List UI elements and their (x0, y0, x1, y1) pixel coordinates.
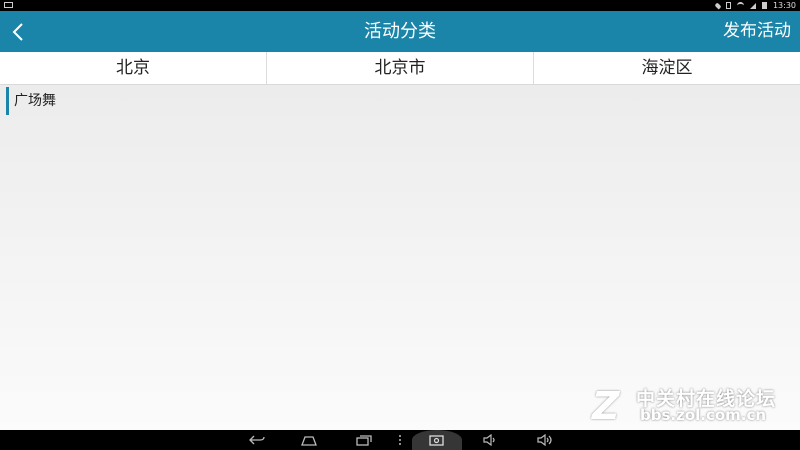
back-icon[interactable] (248, 433, 266, 447)
tab-province[interactable]: 北京 (0, 52, 267, 84)
watermark-url: bbs.zol.com.cn (640, 406, 767, 424)
status-bar: 13:30 (0, 0, 800, 11)
menu-icon[interactable] (396, 433, 404, 447)
publish-activity-button[interactable]: 发布活动 (723, 11, 791, 52)
page-title: 活动分类 (364, 21, 436, 42)
title-bar: 活动分类 发布活动 (0, 11, 800, 52)
recent-apps-icon[interactable] (355, 433, 373, 447)
wifi-icon (736, 2, 744, 9)
screenshot-icon[interactable] (428, 433, 446, 447)
battery-icon (761, 2, 767, 9)
clock: 13:30 (772, 1, 796, 10)
tab-district[interactable]: 海淀区 (534, 52, 800, 84)
category-list: 广场舞 (0, 85, 800, 430)
watermark: Z 中关村在线论坛 bbs.zol.com.cn (592, 382, 782, 428)
navigation-bar (0, 430, 800, 450)
zol-logo: Z (592, 384, 620, 428)
notification-icon (4, 2, 13, 8)
volume-up-icon[interactable] (536, 433, 554, 447)
tab-city[interactable]: 北京市 (267, 52, 534, 84)
category-item[interactable]: 广场舞 (6, 87, 56, 115)
volume-down-icon[interactable] (482, 433, 498, 447)
vibrate-icon (725, 2, 731, 9)
location-icon (714, 1, 722, 10)
home-icon[interactable] (300, 433, 318, 447)
status-icons: 13:30 (714, 0, 796, 11)
signal-icon (749, 2, 756, 9)
location-tabs: 北京 北京市 海淀区 (0, 52, 800, 85)
